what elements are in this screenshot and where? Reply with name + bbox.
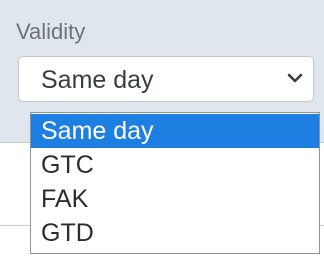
option-fak[interactable]: FAK [31,182,319,216]
option-same-day[interactable]: Same day [31,114,319,148]
validity-select[interactable]: Same day [18,56,314,102]
chevron-down-icon [287,73,303,83]
option-gtd[interactable]: GTD [31,216,319,250]
option-gtc[interactable]: GTC [31,148,319,182]
validity-label: Validity [16,19,86,44]
validity-selected-value: Same day [41,66,154,94]
validity-panel: Validity Same day Same day GTC FAK GTD [0,0,324,262]
validity-dropdown-list: Same day GTC FAK GTD [30,112,320,254]
